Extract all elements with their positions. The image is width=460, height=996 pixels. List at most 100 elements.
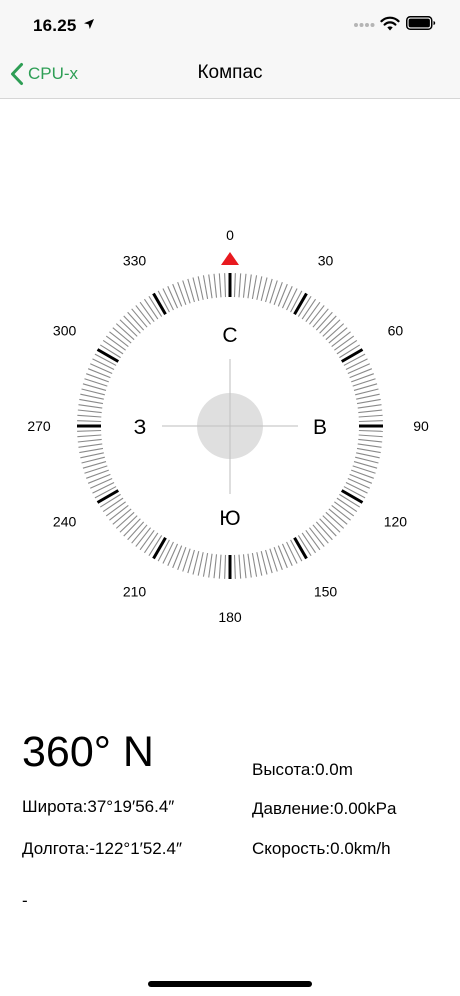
navigation-bar: CPU-x Компас <box>0 50 460 99</box>
minor-tick <box>358 429 383 432</box>
minor-tick <box>238 273 242 298</box>
minor-tick <box>172 545 183 569</box>
minor-tick <box>135 305 152 325</box>
degree-label-180: 180 <box>218 609 242 625</box>
minor-tick <box>260 277 268 301</box>
minor-tick <box>315 311 333 331</box>
minor-tick <box>192 551 200 575</box>
minor-tick <box>238 554 242 579</box>
level-bubble <box>197 393 263 459</box>
major-tick <box>152 292 167 316</box>
minor-tick <box>334 501 355 517</box>
latitude-readout: Широта:37°19′56.4″ <box>22 797 175 816</box>
pressure-readout: Давление:0.00kPa <box>252 799 397 818</box>
status-bar: 16.25 <box>0 0 460 50</box>
minor-tick <box>77 434 102 438</box>
minor-tick <box>143 532 159 554</box>
degree-label-0: 0 <box>226 227 234 243</box>
minor-tick <box>336 497 358 513</box>
minor-tick <box>213 273 218 298</box>
minor-tick <box>242 554 247 579</box>
minor-tick <box>308 305 325 325</box>
minor-tick <box>115 511 135 529</box>
minor-tick <box>208 274 213 299</box>
minor-tick <box>356 398 381 405</box>
minor-tick <box>336 339 358 355</box>
minor-tick <box>328 327 348 344</box>
minor-tick <box>357 443 382 448</box>
minor-tick <box>256 276 263 300</box>
minor-tick <box>286 541 298 564</box>
minor-tick <box>301 298 317 320</box>
minor-tick <box>277 545 288 569</box>
minor-tick <box>315 521 333 541</box>
minor-tick <box>92 358 115 370</box>
minor-tick <box>105 335 126 351</box>
minor-tick <box>202 552 209 577</box>
minor-tick <box>197 276 204 300</box>
minor-tick <box>102 497 124 513</box>
minor-tick <box>358 438 383 443</box>
home-indicator <box>148 981 312 987</box>
minor-tick <box>87 473 111 484</box>
minor-tick <box>90 363 113 375</box>
minor-tick <box>251 552 258 577</box>
minor-tick <box>102 339 124 355</box>
minor-tick <box>78 443 103 448</box>
minor-tick <box>355 388 379 396</box>
minor-tick <box>119 515 138 533</box>
minor-tick <box>349 473 373 484</box>
minor-tick <box>218 273 222 298</box>
minor-tick <box>162 541 174 564</box>
minor-tick <box>356 452 380 459</box>
minor-tick <box>172 283 183 307</box>
minor-tick <box>167 543 179 566</box>
major-tick <box>340 348 364 363</box>
minor-tick <box>127 521 145 541</box>
minor-tick <box>112 508 132 525</box>
minor-tick <box>233 273 236 298</box>
minor-tick <box>325 511 345 529</box>
minor-tick <box>109 504 129 521</box>
longitude-readout: Долгота:-122°1′52.4″ <box>22 839 182 858</box>
minor-tick <box>305 530 321 551</box>
minor-tick <box>331 504 351 521</box>
minor-tick <box>224 554 227 579</box>
minor-tick <box>105 501 126 517</box>
cardinal-west: З <box>134 416 147 439</box>
degree-label-60: 60 <box>388 323 404 339</box>
major-tick <box>96 489 120 504</box>
compass: 0 30 60 90 120 150 180 210 240 270 300 330 С В Ю З <box>0 99 460 719</box>
minor-tick <box>358 434 383 438</box>
cardinal-north: С <box>222 324 237 347</box>
minor-tick <box>358 414 383 418</box>
minor-tick <box>281 543 293 566</box>
minor-tick <box>162 288 174 311</box>
minor-tick <box>349 368 373 379</box>
minor-tick <box>112 327 132 344</box>
minor-tick <box>135 527 152 547</box>
heading-indicator-icon <box>221 252 239 265</box>
compass-dial: 0 30 60 90 120 150 180 210 240 270 300 330 С В Ю З <box>27 227 429 625</box>
minor-tick <box>77 414 102 418</box>
degree-label-30: 30 <box>318 253 334 269</box>
minor-tick <box>301 532 317 554</box>
major-tick <box>293 292 308 316</box>
minor-tick <box>90 477 113 489</box>
minor-tick <box>77 438 102 443</box>
minor-tick <box>139 530 155 551</box>
minor-tick <box>197 552 204 576</box>
minor-tick <box>319 315 337 334</box>
minor-tick <box>123 315 141 334</box>
minor-tick <box>131 308 148 328</box>
minor-tick <box>79 447 104 454</box>
cellular-dots-icon <box>354 23 375 27</box>
minor-tick <box>347 363 370 375</box>
minor-tick <box>247 274 252 299</box>
minor-tick <box>319 518 337 537</box>
degree-label-300: 300 <box>53 323 77 339</box>
minor-tick <box>87 368 111 379</box>
major-tick <box>96 348 120 363</box>
minor-tick <box>355 456 379 464</box>
minor-tick <box>325 323 345 341</box>
